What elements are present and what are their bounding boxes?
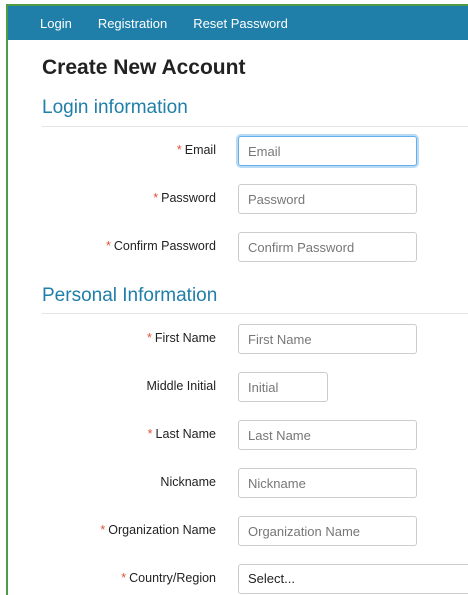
confirm-password-row: * Confirm Password [8,232,468,264]
required-marker: * [121,571,127,585]
middle-initial-row: Middle Initial [8,372,468,404]
nav-registration-link[interactable]: Registration [98,16,167,31]
page-title: Create New Account [42,56,246,79]
required-marker: * [147,427,153,441]
password-row: * Password [8,184,468,216]
country-region-label: * Country/Region [121,571,216,585]
first-name-input[interactable] [238,324,417,354]
email-input[interactable] [238,136,417,166]
organization-name-input[interactable] [238,516,417,546]
first-name-label-text: First Name [154,331,216,345]
required-marker: * [153,191,159,205]
password-input[interactable] [238,184,417,214]
nav-login-link[interactable]: Login [40,16,72,31]
last-name-label-text: Last Name [155,427,216,441]
confirm-password-input[interactable] [238,232,417,262]
required-marker: * [100,523,106,537]
country-region-label-text: Country/Region [129,571,216,585]
confirm-password-label-text: Confirm Password [113,239,216,253]
organization-name-label-text: Organization Name [108,523,216,537]
country-region-selected-value: Select... [248,571,295,586]
password-label-text: Password [161,191,216,205]
country-region-row: * Country/Region Select... [8,564,468,595]
first-name-label: * First Name [147,331,216,345]
nickname-row: Nickname [8,468,468,500]
email-label-text: Email [184,143,216,157]
organization-name-row: * Organization Name [8,516,468,548]
required-marker: * [147,331,152,345]
country-region-select[interactable]: Select... [238,564,468,594]
required-marker: * [106,239,111,253]
section-divider [42,126,468,127]
section-divider [42,313,468,314]
organization-name-label: * Organization Name [100,523,216,537]
first-name-row: * First Name [8,324,468,356]
personal-information-heading: Personal Information [42,285,218,306]
top-navbar: Login Registration Reset Password [8,6,468,40]
email-label: * Email [177,143,216,157]
login-information-heading: Login information [42,97,188,118]
email-row: * Email [8,136,468,168]
middle-initial-label: Middle Initial [146,379,216,393]
confirm-password-label: * Confirm Password [106,239,216,253]
last-name-input[interactable] [238,420,417,450]
last-name-label: * Last Name [148,427,216,441]
nav-reset-password-link[interactable]: Reset Password [193,16,288,31]
nickname-label: Nickname [160,475,216,489]
required-marker: * [176,143,182,157]
middle-initial-input[interactable] [238,372,328,402]
app-frame: Login Registration Reset Password Create… [6,4,468,595]
nickname-input[interactable] [238,468,417,498]
password-label: * Password [153,191,216,205]
last-name-row: * Last Name [8,420,468,452]
